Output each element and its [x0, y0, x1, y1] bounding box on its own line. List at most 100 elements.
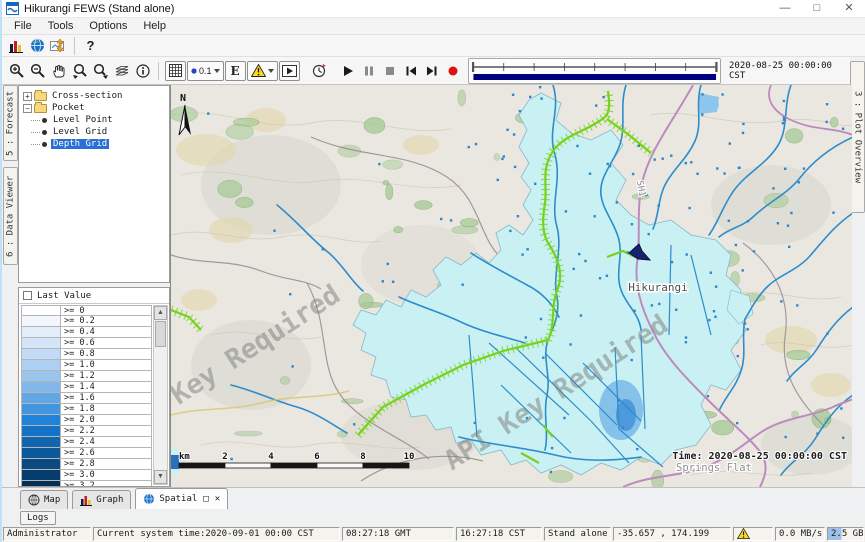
legend-row: >= 1.4 [21, 382, 152, 393]
tab-graph[interactable]: Graph [72, 490, 131, 509]
legend-swatch [21, 459, 61, 470]
right-tab-strip: 3 : Plot Overview [850, 57, 865, 487]
tab-data-viewer[interactable]: 6 : Data Viewer [3, 167, 18, 265]
expand-toggle-icon[interactable]: + [23, 92, 32, 101]
close-button[interactable]: ✕ [833, 0, 865, 17]
stop-button[interactable] [380, 61, 401, 81]
warning-icon [251, 64, 266, 77]
status-user: Administrator [3, 527, 91, 541]
tree-item-cross-section[interactable]: +Cross-section [23, 90, 169, 102]
info-button[interactable] [132, 61, 153, 81]
expand-toggle-icon[interactable]: − [23, 104, 32, 113]
logs-tab[interactable]: Logs [20, 511, 56, 525]
tab-spatial[interactable]: Spatial □ ✕ [135, 488, 228, 509]
layers-button[interactable] [111, 61, 132, 81]
legend-row: >= 2.4 [21, 437, 152, 448]
legend-row: >= 1.8 [21, 404, 152, 415]
movie-play-icon [282, 65, 297, 77]
pause-icon [363, 65, 375, 77]
scroll-down-icon[interactable]: ▼ [154, 470, 167, 484]
status-gmt-time: 08:27:18 GMT [342, 527, 454, 541]
tree-item-label: Level Grid [51, 127, 109, 137]
tree-item-pocket[interactable]: −Pocket [23, 102, 169, 114]
warning-icon [737, 528, 750, 539]
legend-swatch [21, 426, 61, 437]
current-time-label: 2020-08-25 00:00:00 CST [725, 61, 847, 81]
legend-row: >= 0.6 [21, 338, 152, 349]
scrollbar-thumb[interactable] [155, 321, 166, 347]
minimize-button[interactable]: — [769, 0, 801, 17]
graph-display-button[interactable] [6, 36, 27, 56]
legend-e-icon: E [230, 64, 239, 78]
play-button[interactable] [338, 61, 359, 81]
status-local-time: 16:27:18 CST [456, 527, 542, 541]
spatial-display-button[interactable] [48, 36, 69, 56]
tab-close-button[interactable]: ✕ [215, 494, 220, 504]
grid-button[interactable] [165, 61, 186, 81]
first-frame-button[interactable] [401, 61, 422, 81]
status-warning-cell [733, 527, 773, 541]
tab-plot-overview[interactable]: 3 : Plot Overview [850, 61, 865, 213]
legend-label: >= 2.6 [61, 448, 152, 459]
last-value-checkbox[interactable] [23, 291, 32, 300]
legend-label: >= 0.6 [61, 338, 152, 349]
movie-button[interactable] [279, 61, 300, 81]
help-icon: ? [87, 38, 95, 53]
legend-header: Last Value [19, 288, 169, 304]
legend-swatch [21, 349, 61, 360]
toolbar-separator [158, 62, 159, 80]
menu-bar: File Tools Options Help [2, 18, 865, 35]
tree-item-level-point[interactable]: Level Point [23, 114, 169, 126]
toolbar-separator [74, 37, 75, 55]
time-slider[interactable] [468, 58, 721, 84]
chevron-down-icon [214, 69, 220, 73]
tab-map[interactable]: Map [20, 490, 68, 509]
bullet-icon [42, 142, 47, 147]
zoom-next-button[interactable] [90, 61, 111, 81]
last-frame-button[interactable] [422, 61, 443, 81]
legend-swatch [21, 481, 61, 486]
help-button[interactable]: ? [80, 36, 101, 56]
menu-file[interactable]: File [6, 18, 40, 34]
town-label: Hikurangi [628, 281, 688, 294]
svg-text:4: 4 [268, 452, 274, 462]
legend-label: >= 1.2 [61, 371, 152, 382]
tab-spatial-label: Spatial [159, 494, 197, 504]
legend-row: >= 2.6 [21, 448, 152, 459]
pan-button[interactable] [48, 61, 69, 81]
menu-options[interactable]: Options [81, 18, 135, 34]
maximize-button[interactable]: □ [801, 0, 833, 17]
legend-label: >= 3.2 [61, 481, 152, 486]
menu-help[interactable]: Help [135, 18, 174, 34]
legend-row: >= 0.2 [21, 316, 152, 327]
tree-item-level-grid[interactable]: Level Grid [23, 126, 169, 138]
legend-label: >= 2.0 [61, 415, 152, 426]
tree-item-depth-grid[interactable]: Depth Grid [23, 138, 169, 150]
threshold-dropdown[interactable]: 0.1 [187, 61, 224, 81]
map-canvas[interactable]: API Key Required API Key Required Hikura… [170, 85, 852, 487]
legend-label: >= 0.8 [61, 349, 152, 360]
tab-maximize-button[interactable]: □ [203, 494, 208, 504]
legend-label: >= 0.4 [61, 327, 152, 338]
zoom-out-button[interactable] [27, 61, 48, 81]
pause-button[interactable] [359, 61, 380, 81]
record-button[interactable] [443, 61, 464, 81]
grid-icon [169, 64, 182, 77]
north-label: N [180, 93, 186, 104]
tab-forecast[interactable]: 5 : Forecast [3, 85, 18, 161]
skip-end-icon [426, 65, 438, 77]
globe-icon [143, 493, 155, 505]
legend-label: >= 1.4 [61, 382, 152, 393]
warning-dropdown[interactable] [247, 61, 278, 81]
animation-settings-button[interactable] [309, 61, 330, 81]
pan-hand-icon [51, 63, 67, 79]
zoom-previous-button[interactable] [69, 61, 90, 81]
menu-tools[interactable]: Tools [40, 18, 82, 34]
legend-button[interactable]: E [225, 61, 246, 81]
map-display-button[interactable] [27, 36, 48, 56]
globe-icon [30, 38, 45, 53]
scroll-up-icon[interactable]: ▲ [154, 306, 167, 320]
legend-scrollbar[interactable]: ▲ ▼ [153, 305, 168, 485]
bar-chart-icon [9, 39, 24, 53]
zoom-in-button[interactable] [6, 61, 27, 81]
